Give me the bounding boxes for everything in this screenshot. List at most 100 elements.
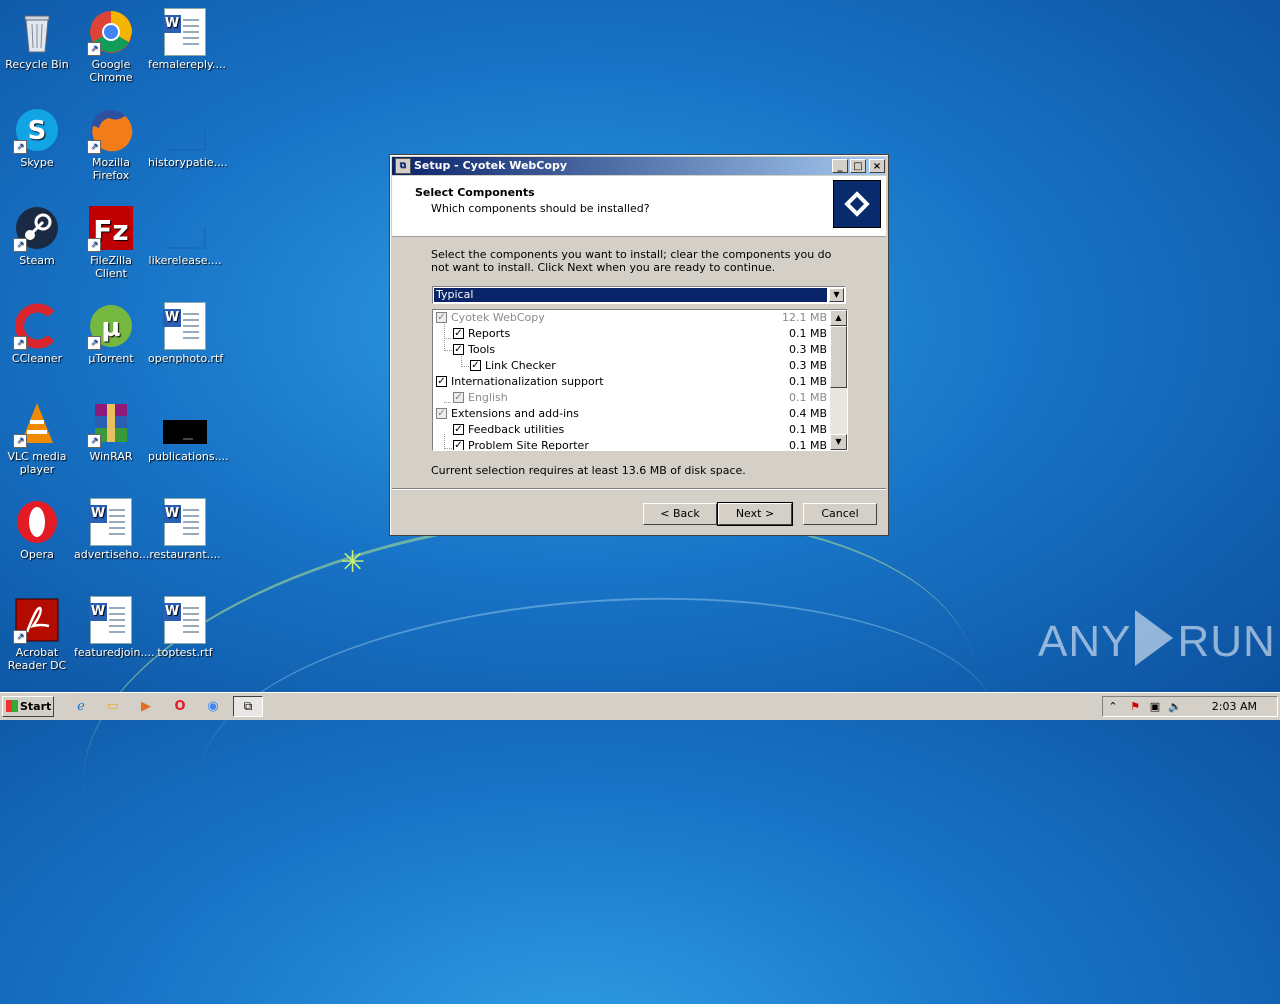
desktop-icon-likerelease[interactable]: likerelease.... (148, 204, 222, 267)
folder-icon[interactable]: ▭ (104, 698, 122, 716)
svg-text:µ: µ (101, 313, 120, 343)
chevron-down-icon[interactable]: ▼ (829, 288, 844, 302)
next-button[interactable]: Next > (717, 502, 793, 526)
network-icon[interactable]: ▣ (1147, 699, 1163, 715)
shortcut-arrow-icon: ↗ (87, 42, 101, 56)
checkbox-checked-icon[interactable]: ✓ (453, 392, 464, 403)
checkbox-checked-icon[interactable]: ✓ (436, 408, 447, 419)
dialog-titlebar[interactable]: ⧉ Setup - Cyotek WebCopy _ □ × (392, 157, 886, 175)
taskbar-setup-app[interactable]: ⧉ (233, 696, 263, 717)
component-row[interactable]: ✓ Cyotek WebCopy 12.1 MB (433, 310, 829, 326)
volume-icon[interactable]: 🔈 (1167, 699, 1183, 715)
scroll-down-arrow-icon[interactable]: ▼ (830, 434, 847, 450)
shortcut-arrow-icon: ↗ (13, 238, 27, 252)
word-doc-icon: W (161, 302, 209, 350)
setup-app-icon: ⧉ (243, 699, 253, 713)
play-triangle-icon (1135, 610, 1174, 666)
winrar-icon: ↗ (87, 400, 135, 448)
steam-icon: ↗ (13, 204, 61, 252)
disk-space-text: Current selection requires at least 13.6… (431, 464, 746, 477)
desktop-icon-acrobat[interactable]: ↗ Acrobat Reader DC (0, 596, 74, 672)
webcopy-logo-icon (833, 180, 881, 228)
chrome-icon[interactable]: ◉ (204, 698, 222, 716)
desktop-icon-filezilla[interactable]: Fz ↗ FileZilla Client (74, 204, 148, 280)
word-doc-icon: W (87, 498, 135, 546)
word-doc-icon: W (87, 596, 135, 644)
word-doc-icon: W (161, 596, 209, 644)
checkbox-checked-icon[interactable]: ✓ (453, 344, 464, 355)
ccleaner-icon: ↗ (13, 302, 61, 350)
black-file-icon (161, 400, 209, 448)
chevron-up-icon[interactable]: ⌃ (1105, 699, 1121, 715)
firefox-icon: ↗ (87, 106, 135, 154)
shortcut-arrow-icon: ↗ (13, 336, 27, 350)
component-row[interactable]: ✓ Feedback utilities 0.1 MB (433, 422, 829, 438)
desktop-icon-historypatie[interactable]: historypatie.... (148, 106, 228, 169)
desktop-icon-advertiseho[interactable]: W advertiseho.... (74, 498, 153, 561)
checkbox-checked-icon[interactable]: ✓ (436, 312, 447, 323)
dialog-title: Setup - Cyotek WebCopy (414, 159, 567, 172)
component-row[interactable]: ✓ Internationalization support 0.1 MB (433, 374, 829, 390)
page-subtitle: Which components should be installed? (431, 202, 650, 215)
checkbox-checked-icon[interactable]: ✓ (453, 424, 464, 435)
desktop-icon-skype[interactable]: S ↗ Skype (0, 106, 74, 169)
word-doc-icon: W (161, 498, 209, 546)
desktop-icon-featuredjoin[interactable]: W featuredjoin.... (74, 596, 155, 659)
wallpaper-sprout-icon: ✳ (340, 545, 366, 580)
components-scrollbar[interactable]: ▲ ▼ (830, 310, 847, 450)
desktop-icon-winrar[interactable]: ↗ WinRAR (74, 400, 148, 463)
desktop-icon-steam[interactable]: ↗ Steam (0, 204, 74, 267)
component-row[interactable]: ✓ English 0.1 MB (433, 390, 829, 406)
filezilla-icon: Fz ↗ (87, 204, 135, 252)
desktop-icon-vlc[interactable]: ↗ VLC media player (0, 400, 74, 476)
desktop-icon-restaurant[interactable]: W restaurant.... (148, 498, 222, 561)
desktop-icon-firefox[interactable]: ↗ Mozilla Firefox (74, 106, 148, 182)
desktop-icon-utorrent[interactable]: µ ↗ µTorrent (74, 302, 148, 365)
checkbox-checked-icon[interactable]: ✓ (470, 360, 481, 371)
internet-explorer-icon[interactable]: ℯ (72, 698, 90, 716)
shortcut-arrow-icon: ↗ (13, 140, 27, 154)
scrollbar-thumb[interactable] (830, 326, 847, 388)
utorrent-icon: µ ↗ (87, 302, 135, 350)
media-player-icon[interactable]: ▶ (137, 698, 155, 716)
component-row[interactable]: ✓ Problem Site Reporter 0.1 MB (433, 438, 829, 450)
divider (392, 488, 886, 490)
component-row[interactable]: ✓ Extensions and add-ins 0.4 MB (433, 406, 829, 422)
shortcut-arrow-icon: ↗ (87, 238, 101, 252)
desktop-icon-publications[interactable]: publications.... (148, 400, 229, 463)
cancel-button[interactable]: Cancel (803, 503, 877, 525)
blank-file-icon (161, 204, 209, 252)
desktop-icon-chrome[interactable]: ↗ Google Chrome (74, 8, 148, 84)
checkbox-checked-icon[interactable]: ✓ (453, 440, 464, 450)
setup-dialog: ⧉ Setup - Cyotek WebCopy _ □ × Select Com… (389, 154, 889, 536)
setup-type-value: Typical (434, 288, 827, 302)
component-row[interactable]: ✓ Reports 0.1 MB (433, 326, 829, 342)
scroll-up-arrow-icon[interactable]: ▲ (830, 310, 847, 326)
back-button[interactable]: < Back (643, 503, 717, 525)
desktop-icon-opera[interactable]: Opera (0, 498, 74, 561)
svg-text:S: S (28, 116, 47, 146)
shortcut-arrow-icon: ↗ (87, 336, 101, 350)
component-row[interactable]: ✓ Link Checker 0.3 MB (433, 358, 829, 374)
minimize-button[interactable]: _ (832, 159, 848, 173)
anyrun-watermark: ANY RUN (1038, 610, 1276, 667)
clock[interactable]: 2:03 AM (1212, 697, 1257, 716)
desktop-icon-toptest[interactable]: W toptest.rtf (148, 596, 222, 659)
desktop-icon-openphoto[interactable]: W openphoto.rtf (148, 302, 223, 365)
desktop-icon-ccleaner[interactable]: ↗ CCleaner (0, 302, 74, 365)
component-row[interactable]: ✓ Tools 0.3 MB (433, 342, 829, 358)
opera-icon[interactable]: O (171, 698, 189, 716)
desktop-icon-femalereply[interactable]: W femalereply.... (148, 8, 226, 71)
desktop-icon-recycle-bin[interactable]: Recycle Bin (0, 8, 74, 71)
setup-type-select[interactable]: Typical ▼ (432, 286, 846, 304)
checkbox-checked-icon[interactable]: ✓ (436, 376, 447, 387)
shortcut-arrow-icon: ↗ (13, 434, 27, 448)
close-button[interactable]: × (869, 159, 885, 173)
vlc-icon: ↗ (13, 400, 61, 448)
action-center-flag-icon[interactable]: ⚑ (1127, 699, 1143, 715)
components-list[interactable]: ✓ Cyotek WebCopy 12.1 MB ✓ Reports 0.1 M… (432, 309, 848, 451)
start-button[interactable]: Start (2, 696, 54, 717)
checkbox-checked-icon[interactable]: ✓ (453, 328, 464, 339)
taskbar: Start ℯ ▭ ▶ O ◉ ⧉ ⌃ ⚑ ▣ 🔈 2:03 AM (0, 692, 1280, 720)
maximize-button[interactable]: □ (850, 159, 866, 173)
